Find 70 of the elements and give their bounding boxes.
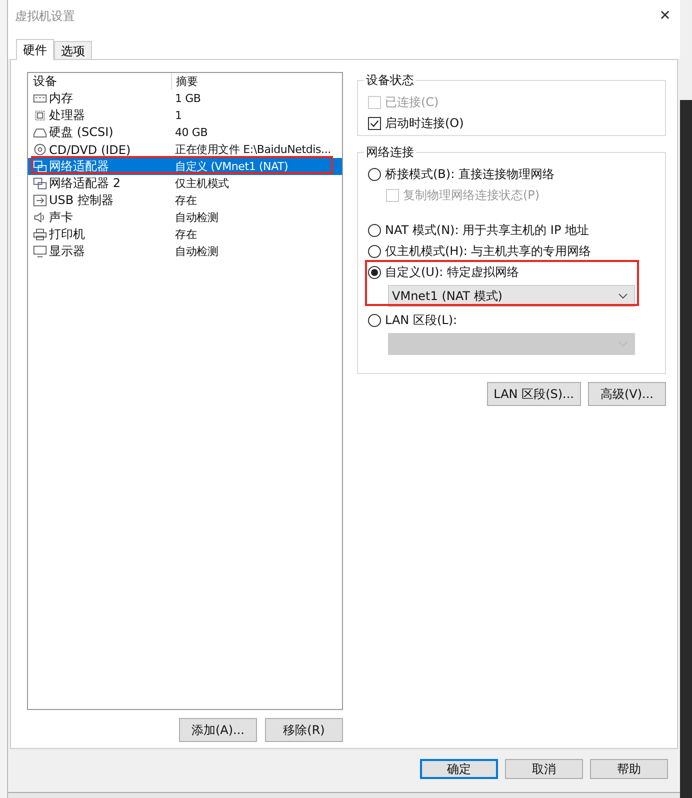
device-row[interactable]: USB 控制器 存在 [28,192,342,209]
device-summary: 存在 [174,193,197,208]
radio-label: LAN 区段(L): [385,312,458,329]
checkbox-label: 启动时连接(O) [385,115,464,132]
printer-icon [33,228,47,241]
checkbox-label: 已连接(C) [385,94,439,111]
device-summary: 仅主机模式 [174,176,230,191]
device-name: 打印机 [49,226,85,243]
tab[interactable]: 选项 [54,41,92,59]
device-name: 声卡 [49,209,73,226]
device-name: 显示器 [49,243,85,260]
speaker-icon [33,211,47,224]
column-header: 设备 [28,73,172,90]
dialog-button[interactable]: 取消 [505,759,583,779]
device-summary: 1 GB [174,92,201,105]
network-icon [33,177,47,190]
radio-button[interactable] [368,314,381,327]
device-row[interactable]: 处理器 1 [28,107,342,124]
device-summary: 自动检测 [174,210,218,225]
usb-icon [33,194,47,207]
device-summary: 正在使用文件 E:\BaiduNetdis... [174,142,331,157]
device-row[interactable]: 显示器 自动检测 [28,243,342,260]
network-dropdown[interactable]: VMnet1 (NAT 模式) [388,285,635,307]
group-title: 设备状态 [365,72,415,89]
network-button[interactable]: LAN 区段(S)... [486,382,581,406]
device-row[interactable]: 网络适配器 2 仅主机模式 [28,175,342,192]
device-name: 硬盘 (SCSI) [49,124,114,141]
device-summary: 自定义 (VMnet1 (NAT) [174,159,288,174]
tab[interactable]: 硬件 [16,39,54,60]
checkbox[interactable] [368,117,381,130]
device-summary: 存在 [174,227,197,242]
monitor-icon [33,245,47,258]
device-name: USB 控制器 [49,192,114,209]
checkbox-label: 复制物理网络连接状态(P) [403,187,540,204]
device-name: 网络适配器 [49,158,109,175]
network-button[interactable]: 高级(V)... [588,382,666,406]
radio-label: 桥接模式(B): 直接连接物理网络 [385,166,554,183]
disc-icon [33,143,47,156]
device-row[interactable]: CD/DVD (IDE) 正在使用文件 E:\BaiduNetdis... [28,141,342,158]
memory-icon [33,92,47,105]
device-row[interactable]: 打印机 存在 [28,226,342,243]
radio-button[interactable] [368,168,381,181]
device-name: 内存 [49,90,73,107]
device-name: CD/DVD (IDE) [49,142,131,156]
dialog-button[interactable]: 帮助 [590,759,668,779]
radio-label: NAT 模式(N): 用于共享主机的 IP 地址 [385,222,589,239]
device-row[interactable]: 声卡 自动检测 [28,209,342,226]
chip-icon [33,109,47,122]
chevron-down-icon [618,293,628,299]
device-summary: 40 GB [174,126,208,139]
device-row[interactable]: 内存 1 GB [28,90,342,107]
network-icon [33,160,47,173]
dialog-button[interactable]: 确定 [420,759,498,779]
list-button[interactable]: 移除(R) [265,718,343,742]
radio-label: 自定义(U): 特定虚拟网络 [385,264,520,281]
close-button[interactable]: ✕ [650,2,680,30]
column-header: 摘要 [175,74,198,89]
list-button[interactable]: 添加(A)... [179,718,257,742]
device-summary: 1 [174,109,182,122]
window-title: 虚拟机设置 [15,8,75,24]
device-summary: 自动检测 [174,244,218,259]
drive-icon [33,126,47,139]
device-name: 网络适配器 2 [49,175,120,192]
group-title: 网络连接 [365,144,415,161]
device-name: 处理器 [49,107,85,124]
radio-label: 仅主机模式(H): 与主机共享的专用网络 [385,243,592,260]
device-row[interactable]: 硬盘 (SCSI) 40 GB [28,124,342,141]
radio-button[interactable] [368,266,381,279]
radio-button[interactable] [368,224,381,237]
radio-button[interactable] [368,245,381,258]
